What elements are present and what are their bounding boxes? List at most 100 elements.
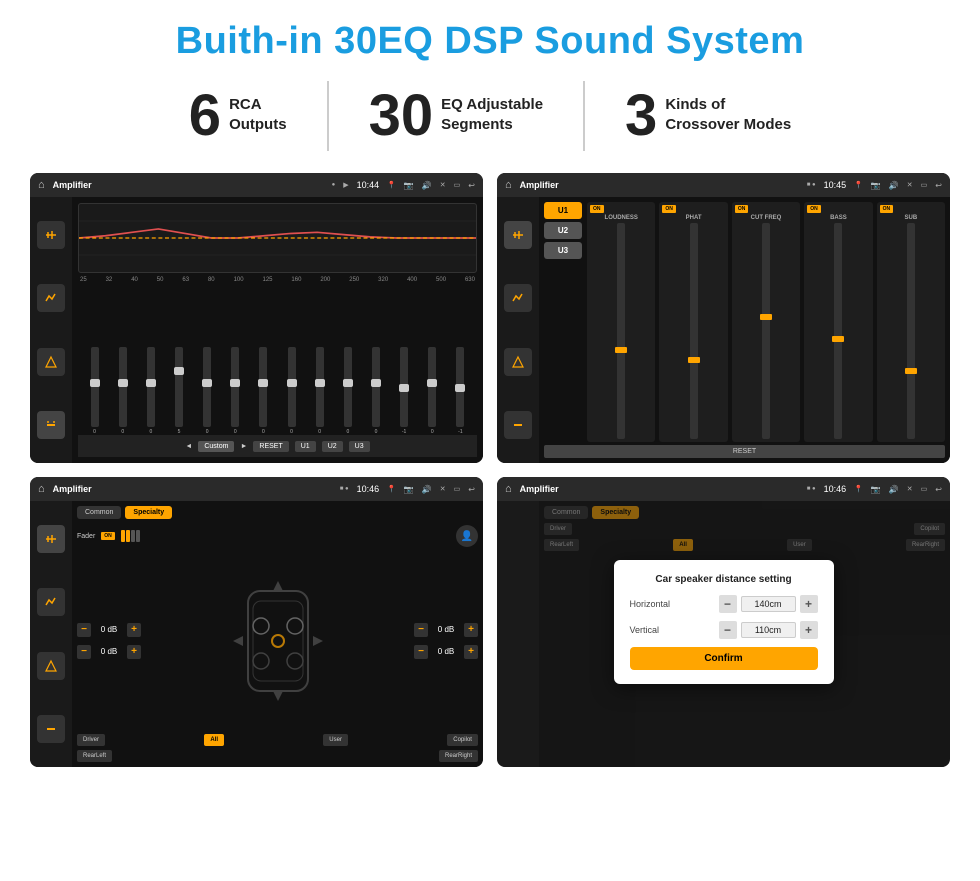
home-icon-2: ⌂ [505,179,512,191]
amp-u2-btn[interactable]: U2 [544,222,582,239]
confirm-button[interactable]: Confirm [630,647,818,670]
db-plus-1[interactable]: + [127,623,141,637]
tab-common[interactable]: Common [77,506,121,519]
cross-icon-3[interactable] [37,652,65,680]
amp-icon-1[interactable] [504,221,532,249]
amp-icon-2[interactable] [504,284,532,312]
amp-reset-btn[interactable]: RESET [544,445,945,458]
horizontal-plus-btn[interactable]: + [800,595,818,613]
on-badge-bass: ON [807,205,821,213]
ch-label-loudness: LOUDNESS [605,215,638,221]
stat-label1-rca: RCA [229,95,287,115]
eq-track-9[interactable] [344,347,352,427]
ch-slider-phat[interactable] [690,223,698,439]
horizontal-minus-btn[interactable]: − [719,595,737,613]
dialog-vertical-row: Vertical − 110cm + [630,621,818,639]
vertical-minus-btn[interactable]: − [719,621,737,639]
db-plus-2[interactable]: + [127,645,141,659]
car-visual [147,571,408,711]
eq-prev-icon[interactable]: ◄ [185,443,192,450]
db-minus-3[interactable]: − [414,623,428,637]
cross-icon-2[interactable] [37,588,65,616]
dialog-title: Car speaker distance setting [630,574,818,585]
eq-track-0[interactable] [91,347,99,427]
amp-channels: ON LOUDNESS ON [587,202,945,442]
amp-u1-btn[interactable]: U1 [544,202,582,219]
on-badge-sub: ON [880,205,894,213]
ch-slider-loudness[interactable] [617,223,625,439]
eq-slider-7: 0 [279,347,304,435]
db-row-right-bottom: − 0 dB + [414,645,478,659]
channel-cutfreq: ON CUT FREQ [732,202,800,442]
stat-eq: 30 EQ Adjustable Segments [329,87,583,145]
eq-slider-3: 5 [166,347,191,435]
eq-track-10[interactable] [372,347,380,427]
eq-track-6[interactable] [259,347,267,427]
ch-slider-sub[interactable] [907,223,915,439]
eq-icon-1[interactable] [37,221,65,249]
cross-tabs: Common Specialty [77,506,478,519]
eq-track-1[interactable] [119,347,127,427]
back-icon: ↩ [468,181,475,190]
eq-slider-4: 0 [195,347,220,435]
eq-track-4[interactable] [203,347,211,427]
eq-track-3[interactable] [175,347,183,427]
eq-track-7[interactable] [288,347,296,427]
amp-presets-row: U1 U2 U3 ON LOUDNESS [544,202,945,442]
eq-slider-9: 0 [335,347,360,435]
eq-track-13[interactable] [456,347,464,427]
window-icon-3: ▭ [454,485,461,493]
db-minus-2[interactable]: − [77,645,91,659]
btn-user[interactable]: User [323,734,348,746]
eq-u2-btn[interactable]: U2 [322,441,343,452]
btn-rearright[interactable]: RearRight [439,750,478,762]
eq-slider-6: 0 [251,347,276,435]
eq-track-8[interactable] [316,347,324,427]
eq-sidebar [30,197,72,463]
cross-icon-4[interactable] [37,715,65,743]
eq-track-12[interactable] [428,347,436,427]
btn-driver[interactable]: Driver [77,734,105,746]
dialog-vertical-control: − 110cm + [719,621,818,639]
amp-icon-4[interactable] [504,411,532,439]
screen2-title: Amplifier [520,180,799,190]
vertical-plus-btn[interactable]: + [800,621,818,639]
amp-icon-3[interactable] [504,348,532,376]
eq-next-icon[interactable]: ► [240,443,247,450]
dialog-vertical-label: Vertical [630,625,700,635]
db-plus-3[interactable]: + [464,623,478,637]
eq-u1-btn[interactable]: U1 [295,441,316,452]
eq-reset-btn[interactable]: RESET [253,441,288,452]
ch-slider-bass[interactable] [834,223,842,439]
ch-label-bass: BASS [830,215,847,221]
eq-icon-3[interactable] [37,348,65,376]
fader-label: Fader [77,533,95,540]
amp-u3-btn[interactable]: U3 [544,242,582,259]
eq-track-11[interactable] [400,347,408,427]
eq-icon-4[interactable] [37,411,65,439]
cross-icon-1[interactable] [37,525,65,553]
eq-track-2[interactable] [147,347,155,427]
btn-copilot[interactable]: Copilot [447,734,478,746]
eq-track-5[interactable] [231,347,239,427]
screen2-dots: ■ ● [807,182,816,188]
eq-u3-btn[interactable]: U3 [349,441,370,452]
close-icon-2: ✕ [907,181,913,189]
home-icon: ⌂ [38,179,45,191]
eq-slider-5: 0 [223,347,248,435]
btn-all[interactable]: All [204,734,224,746]
btn-rearleft[interactable]: RearLeft [77,750,112,762]
fader-bar-1 [121,530,125,542]
db-minus-4[interactable]: − [414,645,428,659]
db-minus-1[interactable]: − [77,623,91,637]
eq-custom-btn[interactable]: Custom [198,441,234,452]
db-plus-4[interactable]: + [464,645,478,659]
screen1-body: 2532405063 80100125160200 25032040050063… [30,197,483,463]
ch-slider-cutfreq[interactable] [762,223,770,439]
fader-profile-icon[interactable]: 👤 [456,525,478,547]
stat-rca: 6 RCA Outputs [149,87,327,145]
tab-specialty[interactable]: Specialty [125,506,172,519]
eq-slider-8: 0 [307,347,332,435]
eq-icon-2[interactable] [37,284,65,312]
cross-fader-row: Fader ON 👤 [77,525,478,547]
